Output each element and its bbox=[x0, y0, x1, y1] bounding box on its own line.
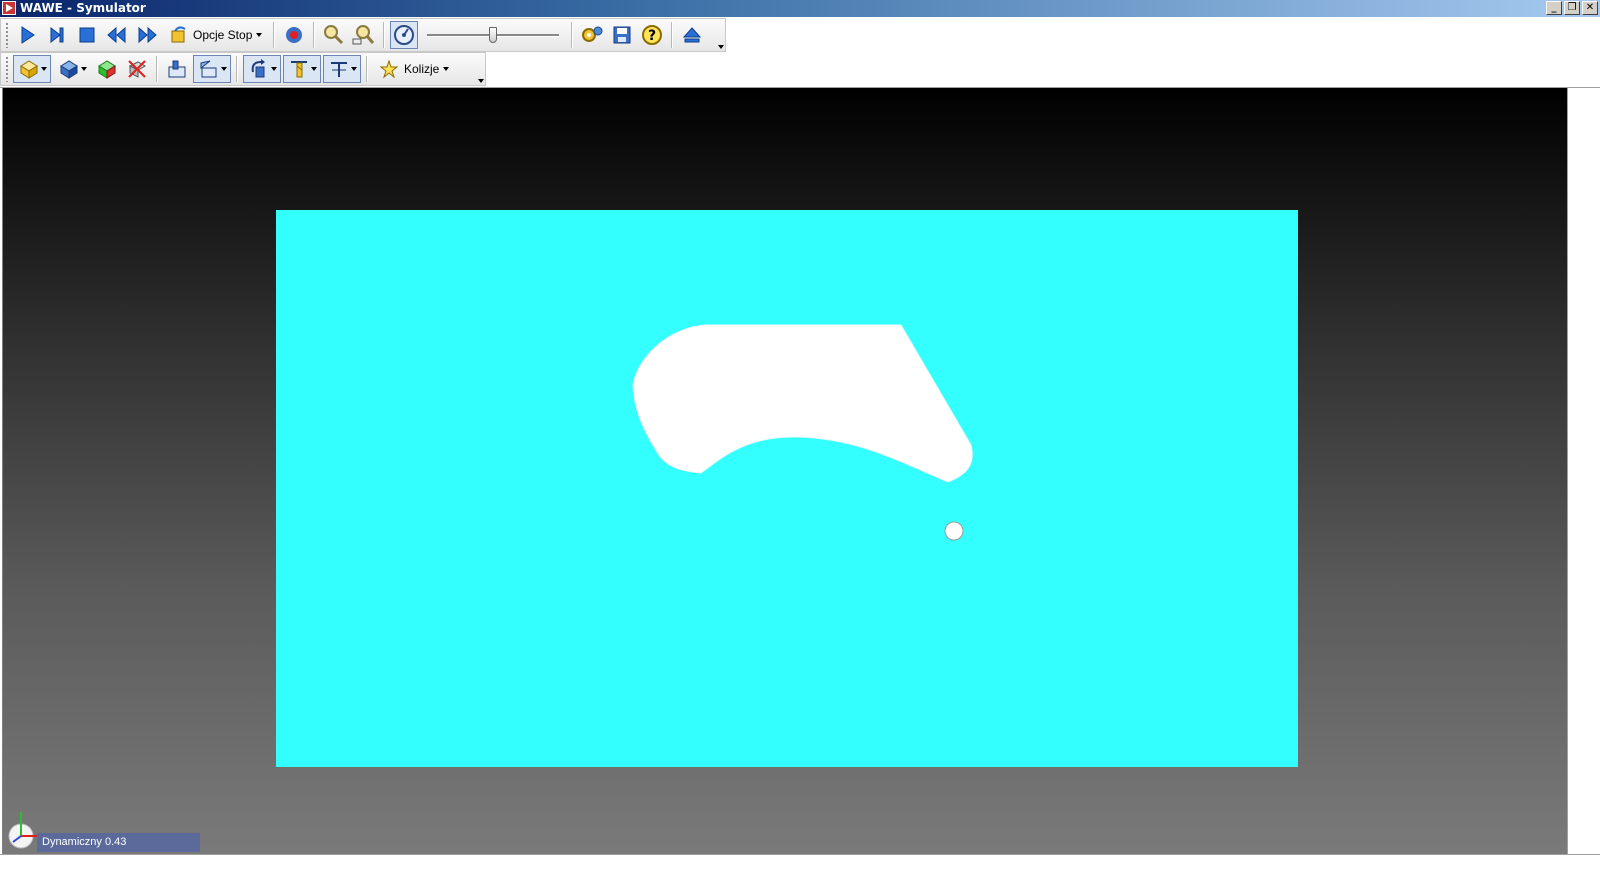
help-button[interactable]: ? bbox=[638, 21, 666, 49]
viewport-right-panel bbox=[1567, 88, 1600, 854]
toolbar-separator bbox=[236, 56, 238, 82]
chevron-down-icon bbox=[310, 67, 317, 71]
tool-view-button[interactable] bbox=[283, 55, 321, 83]
speed-button[interactable] bbox=[390, 21, 419, 49]
zoom-button[interactable] bbox=[320, 21, 348, 49]
delete-button[interactable] bbox=[123, 55, 151, 83]
toolbar-separator bbox=[156, 56, 158, 82]
toolbar-area: Opcje Stop ? Kolizje bbox=[0, 17, 1600, 88]
machine-view-icon bbox=[168, 60, 186, 78]
tool-position-marker bbox=[944, 521, 964, 541]
collisions-dropdown[interactable]: Kolizje bbox=[373, 55, 455, 83]
speed-slider-thumb[interactable] bbox=[489, 27, 498, 43]
collisions-icon bbox=[379, 59, 399, 79]
toolbar-separator bbox=[383, 22, 386, 48]
stop-options-label: Opcje Stop bbox=[193, 28, 253, 42]
collisions-label: Kolizje bbox=[404, 62, 440, 76]
toolbar-separator bbox=[571, 22, 574, 48]
chevron-down-icon bbox=[443, 67, 450, 71]
chevron-down-icon bbox=[80, 67, 87, 71]
part-view-icon bbox=[59, 60, 78, 79]
toolbar-overflow-chevron[interactable] bbox=[718, 43, 724, 49]
close-button[interactable]: ✕ bbox=[1582, 1, 1598, 15]
machine-view-button[interactable] bbox=[163, 55, 191, 83]
stock-view-button[interactable] bbox=[13, 55, 51, 83]
simulation-viewport[interactable]: Dynamiczny 0.43 bbox=[2, 88, 1568, 854]
record-button[interactable] bbox=[280, 21, 308, 49]
compare-icon bbox=[98, 60, 116, 79]
status-bar bbox=[0, 854, 1600, 877]
svg-text:?: ? bbox=[648, 28, 656, 44]
stop-options-icon bbox=[171, 26, 186, 43]
chevron-down-icon bbox=[40, 67, 47, 71]
compare-button[interactable] bbox=[93, 55, 121, 83]
chevron-down-icon bbox=[270, 67, 277, 71]
eject-button[interactable] bbox=[678, 21, 706, 49]
window-title: WAWE - Symulator bbox=[20, 1, 146, 15]
save-icon bbox=[613, 26, 631, 44]
part-view-button[interactable] bbox=[53, 55, 91, 83]
app-icon bbox=[2, 1, 16, 15]
eject-icon bbox=[683, 27, 702, 43]
section-view-icon bbox=[200, 60, 216, 78]
minimize-button[interactable]: _ bbox=[1546, 1, 1562, 15]
fast-forward-button[interactable] bbox=[133, 21, 161, 49]
settings-icon bbox=[582, 26, 603, 42]
axis-view-button[interactable] bbox=[323, 55, 361, 83]
chevron-down-icon bbox=[256, 33, 263, 37]
zoom-fit-icon bbox=[352, 25, 375, 45]
rewind-icon bbox=[107, 26, 126, 44]
toolbar-separator bbox=[366, 56, 368, 82]
delete-icon bbox=[128, 60, 147, 78]
section-view-button[interactable] bbox=[193, 55, 231, 83]
play-button[interactable] bbox=[13, 21, 41, 49]
rotate-view-icon bbox=[251, 59, 265, 78]
window-controls: _ ❐ ✕ bbox=[1546, 1, 1598, 15]
zoom-fit-button[interactable] bbox=[350, 21, 378, 49]
save-button[interactable] bbox=[608, 21, 636, 49]
toolbar-separator bbox=[313, 22, 316, 48]
record-icon bbox=[286, 27, 303, 43]
toolbar-overflow-chevron[interactable] bbox=[478, 77, 484, 83]
simulation-toolbar: Opcje Stop ? bbox=[0, 18, 726, 52]
toolbar-separator bbox=[671, 22, 674, 48]
speed-icon bbox=[394, 25, 415, 45]
tool-view-icon bbox=[290, 61, 307, 78]
toolbar-grip[interactable] bbox=[5, 56, 9, 82]
step-icon bbox=[50, 26, 64, 44]
zoom-icon bbox=[324, 25, 344, 45]
view-toolbar: Kolizje bbox=[0, 52, 486, 86]
stop-options-dropdown[interactable]: Opcje Stop bbox=[163, 21, 268, 49]
window-title-bar: WAWE - Symulator _ ❐ ✕ bbox=[0, 0, 1600, 17]
part-profile bbox=[632, 324, 973, 483]
stop-button[interactable] bbox=[73, 21, 101, 49]
toolbar-grip[interactable] bbox=[5, 22, 9, 48]
axis-view-icon bbox=[330, 62, 347, 77]
fast-forward-icon bbox=[138, 26, 157, 44]
rewind-button[interactable] bbox=[103, 21, 131, 49]
help-icon: ? bbox=[642, 25, 663, 45]
stop-icon bbox=[79, 27, 95, 43]
speed-slider[interactable] bbox=[423, 21, 563, 49]
settings-button[interactable] bbox=[578, 21, 606, 49]
step-button[interactable] bbox=[43, 21, 71, 49]
machined-part-shape bbox=[632, 324, 973, 541]
stock-view-icon bbox=[19, 60, 38, 79]
toolbar-separator bbox=[273, 22, 276, 48]
chevron-down-icon bbox=[350, 67, 357, 71]
chevron-down-icon bbox=[220, 67, 227, 71]
restore-button[interactable]: ❐ bbox=[1564, 1, 1580, 15]
rotate-view-button[interactable] bbox=[243, 55, 281, 83]
simulation-mode-indicator: Dynamiczny 0.43 bbox=[37, 833, 200, 852]
play-icon bbox=[21, 26, 35, 44]
stock-block bbox=[276, 210, 1298, 767]
